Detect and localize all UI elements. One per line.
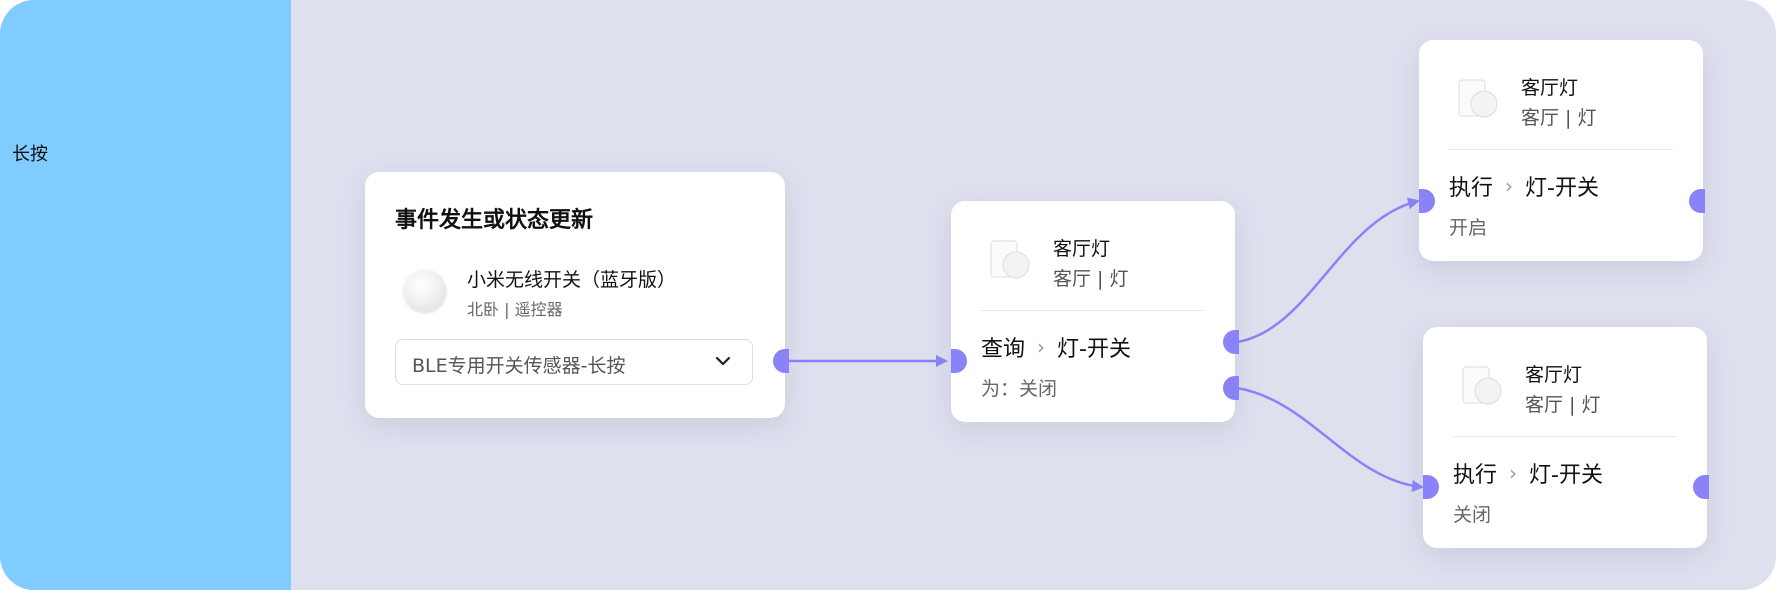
action-off-node-card[interactable]: 客厅灯 客厅 | 灯 执行 › 灯-开关 关闭	[1423, 327, 1707, 548]
action-off-device-location: 客厅 | 灯	[1525, 394, 1601, 416]
action-on-divider	[1449, 149, 1673, 150]
wire-query-true-to-on	[1236, 197, 1420, 344]
query-divider	[981, 310, 1205, 311]
action-on-device-location: 客厅 | 灯	[1521, 107, 1597, 129]
light-device-icon	[1458, 79, 1498, 118]
trigger-device-name: 小米无线开关（蓝牙版）	[467, 269, 677, 291]
light-device-icon	[990, 240, 1030, 279]
wire-query-false-to-off	[1236, 386, 1424, 492]
trigger-title: 事件发生或状态更新	[395, 208, 594, 233]
action-on-node-card[interactable]: 客厅灯 客厅 | 灯 执行 › 灯-开关 开启	[1419, 40, 1703, 261]
query-action-verb: 查询	[981, 337, 1026, 362]
action-on-verb: 执行	[1449, 176, 1494, 201]
action-on-device-name: 客厅灯	[1521, 77, 1579, 99]
query-device-location: 客厅 | 灯	[1053, 268, 1129, 290]
query-action-row: 查询 › 灯-开关	[981, 331, 1131, 363]
action-off-divider	[1453, 436, 1677, 437]
event-select[interactable]: BLE专用开关传感器-长按	[395, 339, 753, 385]
query-node-card[interactable]: 客厅灯 客厅 | 灯 查询 › 灯-开关 为：关闭	[951, 201, 1235, 422]
query-action-capability: 灯-开关	[1057, 337, 1131, 362]
event-select-value: BLE专用开关传感器-长按	[412, 355, 626, 377]
trigger-device-location: 北卧 | 遥控器	[467, 300, 563, 319]
chevron-right-icon: ›	[1505, 174, 1514, 198]
query-device-name: 客厅灯	[1053, 238, 1111, 260]
action-off-verb: 执行	[1453, 463, 1498, 488]
chevron-down-icon	[715, 356, 731, 366]
action-on-capability: 灯-开关	[1525, 176, 1599, 201]
light-device-icon	[1462, 366, 1502, 405]
automation-editor: 长按 事件发生或状态更新 小米无线开关（蓝牙版） 北卧 | 遥控器 BLE专用开…	[0, 0, 1776, 590]
chevron-right-icon: ›	[1509, 461, 1518, 485]
trigger-card[interactable]: 事件发生或状态更新 小米无线开关（蓝牙版） 北卧 | 遥控器 BLE专用开关传感…	[365, 172, 785, 418]
switch-device-icon	[404, 270, 446, 312]
action-off-device-name: 客厅灯	[1525, 364, 1583, 386]
action-on-row: 执行 › 灯-开关	[1449, 170, 1599, 202]
action-off-value: 关闭	[1453, 504, 1492, 526]
action-off-row: 执行 › 灯-开关	[1453, 457, 1603, 489]
action-on-value: 开启	[1449, 217, 1488, 239]
query-condition: 为：关闭	[981, 378, 1058, 400]
sidebar: 长按	[0, 0, 291, 590]
sidebar-label: 长按	[12, 144, 48, 165]
action-off-capability: 灯-开关	[1529, 463, 1603, 488]
chevron-right-icon: ›	[1037, 335, 1046, 359]
